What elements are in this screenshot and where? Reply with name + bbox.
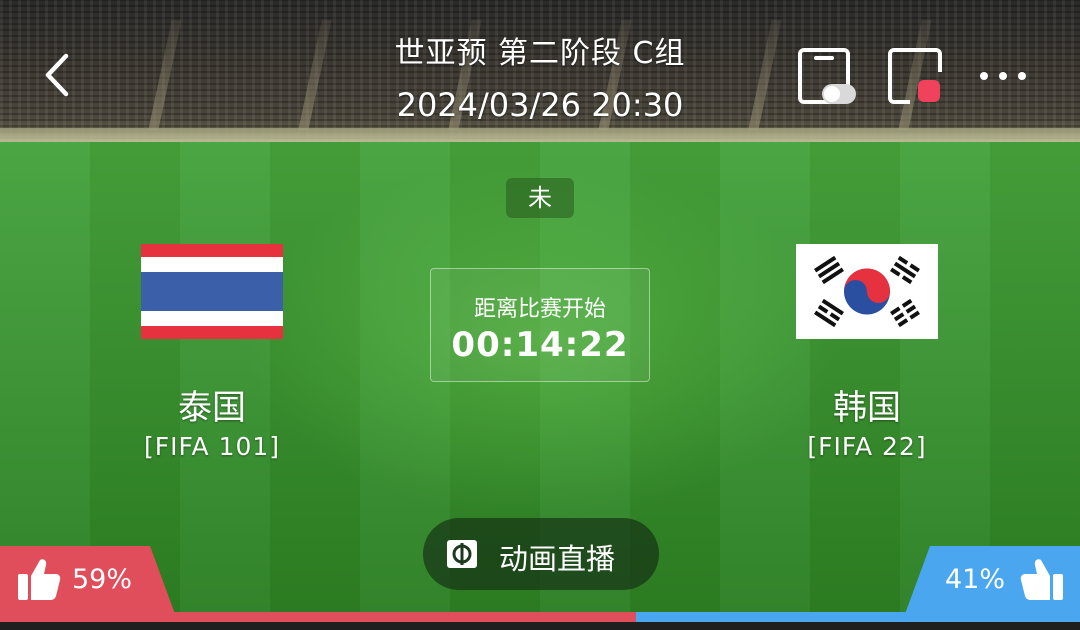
record-icon xyxy=(888,48,942,104)
countdown-box: 距离比赛开始 00:14:22 xyxy=(430,268,650,382)
home-team-name: 泰国 xyxy=(178,388,246,428)
match-detail-screen: 世亚预 第二阶段 C组 2024/03/26 20:30 未 泰国 [FIFA xyxy=(0,0,1080,630)
animation-live-button[interactable]: 动画直播 xyxy=(423,518,659,590)
more-icon xyxy=(980,72,1026,80)
home-team-rank: [FIFA 101] xyxy=(143,432,281,461)
thailand-flag-icon xyxy=(141,244,283,339)
match-datetime: 2024/03/26 20:30 xyxy=(396,86,684,124)
more-button[interactable] xyxy=(974,46,1034,106)
home-support-button[interactable]: 59% xyxy=(0,546,175,614)
thumbs-up-icon xyxy=(1020,559,1063,600)
animation-live-icon xyxy=(447,540,477,568)
back-button[interactable] xyxy=(40,50,76,100)
animation-live-label: 动画直播 xyxy=(499,542,616,576)
small-window-button[interactable] xyxy=(796,46,856,106)
match-status-badge: 未 xyxy=(506,178,574,218)
stand-divider xyxy=(148,20,182,130)
record-button[interactable] xyxy=(884,46,944,106)
away-support-percent: 41% xyxy=(945,564,1006,595)
bottom-edge xyxy=(0,622,1080,630)
stand-edge xyxy=(0,128,1080,142)
countdown-time: 00:14:22 xyxy=(451,325,629,365)
home-support-bar xyxy=(0,612,636,622)
south-korea-flag-icon xyxy=(796,244,938,339)
away-team-rank: [FIFA 22] xyxy=(807,432,927,461)
thumbs-up-icon xyxy=(18,559,61,600)
away-support-bar xyxy=(636,612,1080,622)
away-support-button[interactable]: 41% xyxy=(905,546,1080,614)
competition-title: 世亚预 第二阶段 C组 xyxy=(394,36,686,71)
countdown-label: 距离比赛开始 xyxy=(473,297,606,322)
away-team-name: 韩国 xyxy=(833,388,901,428)
home-support-percent: 59% xyxy=(72,564,133,595)
back-icon xyxy=(45,53,69,97)
small-window-icon xyxy=(798,48,856,104)
